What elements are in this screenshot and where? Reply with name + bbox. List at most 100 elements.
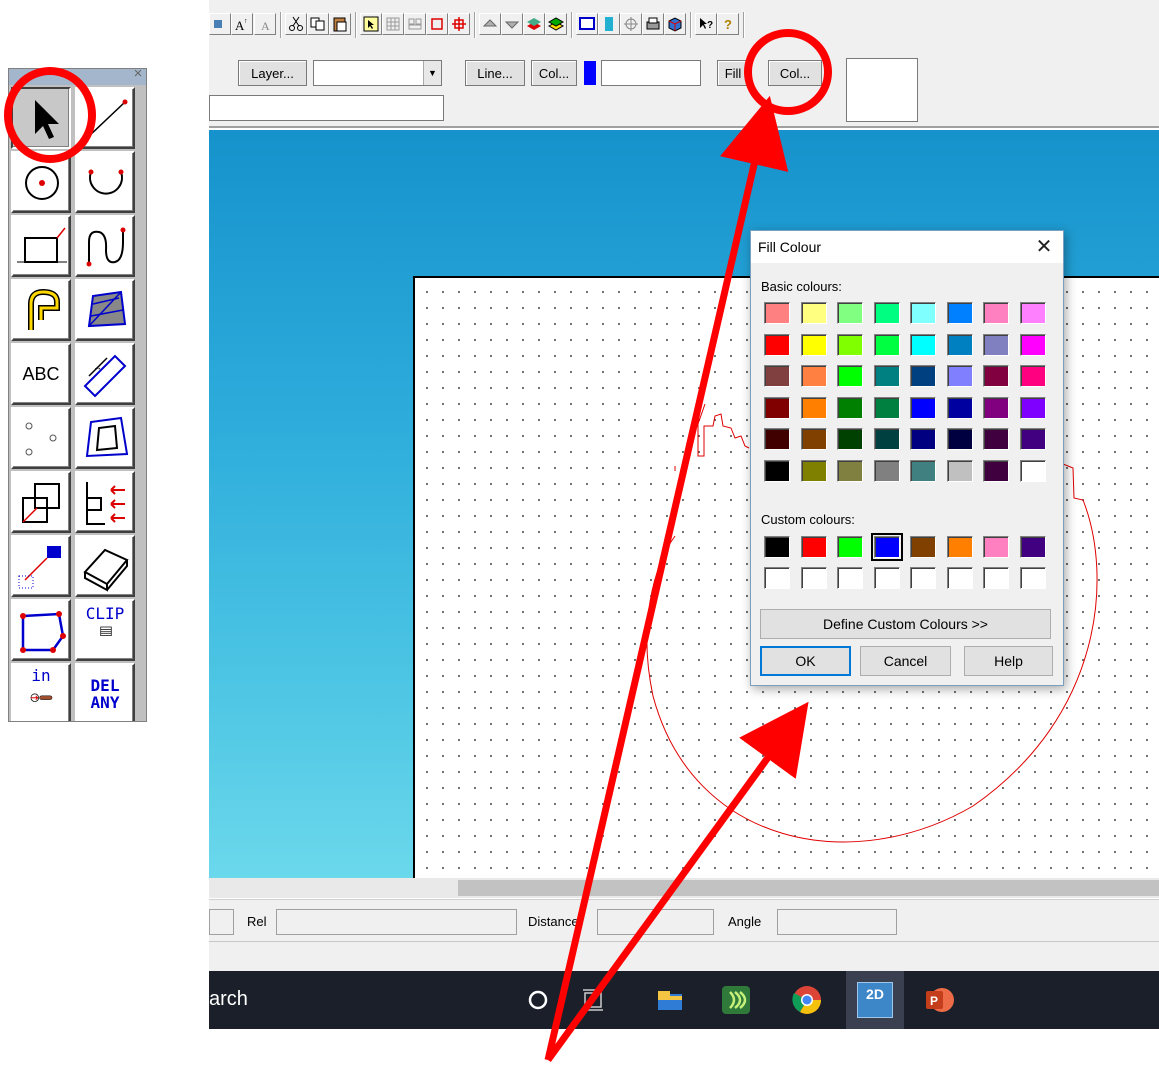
3d-view-button[interactable] [664,13,686,35]
basic-colour-swatch[interactable] [983,333,1009,356]
basic-colour-swatch[interactable] [873,333,900,356]
palette-close-icon[interactable]: × [131,69,145,82]
fill-button[interactable]: Fill [717,60,749,86]
empty-custom-colour-slot[interactable] [764,567,790,589]
basic-colour-swatch[interactable] [764,396,790,419]
line-colour-button[interactable]: Col... [531,60,577,86]
basic-colour-swatch[interactable] [983,396,1009,419]
layer-button[interactable]: Layer... [238,60,307,86]
basic-colour-swatch[interactable] [983,428,1009,450]
colour-bar-button[interactable] [598,13,620,35]
custom-colour-swatch[interactable] [983,536,1009,558]
polygon-tool[interactable] [11,599,71,661]
basic-colour-swatch[interactable] [837,459,863,482]
basic-colour-swatch[interactable] [837,396,863,419]
basic-colour-swatch[interactable] [837,333,863,356]
basic-colour-swatch[interactable] [1019,365,1046,387]
curve-tool[interactable] [75,215,135,277]
taskbar-search[interactable]: arch [209,988,248,1011]
empty-custom-colour-slot[interactable] [800,567,827,589]
layers-button[interactable] [523,13,545,35]
empty-custom-colour-slot[interactable] [873,567,900,589]
chrome-icon[interactable] [789,982,825,1018]
basic-colour-swatch[interactable] [800,396,827,419]
command-input[interactable] [209,95,444,121]
basic-colour-swatch[interactable] [800,302,827,324]
basic-colour-swatch[interactable] [946,396,973,419]
scrollbar-thumb[interactable] [458,880,1159,896]
basic-colour-swatch[interactable] [910,428,936,450]
basic-colour-swatch[interactable] [873,302,900,324]
basic-colour-swatch[interactable] [983,459,1009,482]
basic-colour-swatch[interactable] [837,302,863,324]
custom-colour-swatch[interactable] [910,536,936,558]
basic-colour-swatch[interactable] [873,428,900,450]
basic-colour-swatch[interactable] [800,365,827,387]
basic-colour-swatch[interactable] [1019,396,1046,419]
fill-region-tool[interactable] [75,407,135,469]
basic-colour-swatch[interactable] [764,333,790,356]
help-dialog-button[interactable]: Help [964,646,1053,676]
cancel-button[interactable]: Cancel [860,646,951,676]
basic-colour-swatch[interactable] [1019,428,1046,450]
basic-colour-swatch[interactable] [764,302,790,324]
fill-colour-button[interactable]: Col... [768,60,822,86]
empty-custom-colour-slot[interactable] [837,567,863,589]
cortana-icon[interactable] [520,982,556,1018]
cut-button[interactable] [285,13,307,35]
delete-any-tool[interactable]: DEL ANY [75,663,135,721]
arc-tool[interactable] [75,151,135,213]
basic-colour-swatch[interactable] [910,365,936,387]
layer-select[interactable]: ▼ [313,60,442,86]
text-size-up-button[interactable]: A ↑ [231,13,253,35]
basic-colour-swatch[interactable] [837,365,863,387]
align-tool[interactable] [75,471,135,533]
dimension-tool[interactable]: ↔ [75,343,135,405]
basic-colour-swatch[interactable] [873,396,900,419]
powerpoint-icon[interactable]: P [921,982,957,1018]
custom-colour-swatch[interactable] [946,536,973,558]
line-style-field[interactable] [601,60,701,86]
basic-colour-swatch[interactable] [837,428,863,450]
basic-colour-swatch[interactable] [800,459,827,482]
basic-colour-swatch[interactable] [910,302,936,324]
close-icon[interactable]: ✕ [1029,233,1059,261]
basic-colour-swatch[interactable] [946,428,973,450]
circle-tool[interactable] [11,151,71,213]
palette-title-bar[interactable] [9,69,146,85]
layout-button[interactable] [404,13,426,35]
basic-colour-swatch[interactable] [910,459,936,482]
2d-design-icon[interactable]: 2D [857,982,893,1018]
basic-colour-swatch[interactable] [983,302,1009,324]
text-tool[interactable]: ABC [11,343,71,405]
green-app-icon[interactable] [718,982,754,1018]
help-button[interactable]: ? [717,13,739,35]
layer-down-button[interactable] [501,13,523,35]
file-explorer-icon[interactable] [652,982,688,1018]
basic-colour-swatch[interactable] [910,333,936,356]
basic-colour-swatch[interactable] [1019,333,1046,356]
custom-colour-swatch[interactable] [764,536,790,558]
layer-up-button[interactable] [479,13,501,35]
copy-button[interactable] [307,13,329,35]
basic-colour-swatch[interactable] [1019,302,1046,324]
custom-colour-swatch[interactable] [870,533,903,561]
custom-colour-swatch[interactable] [837,536,863,558]
select-arrow-tool[interactable] [11,87,71,149]
clip-tool[interactable]: CLIP [75,599,135,661]
basic-colour-swatch[interactable] [946,365,973,387]
empty-custom-colour-slot[interactable] [946,567,973,589]
line-style-button[interactable]: Line... [465,60,525,86]
text-size-down-button[interactable]: A [254,13,276,35]
select-window-button[interactable] [360,13,382,35]
basic-colour-swatch[interactable] [946,333,973,356]
chevron-down-icon[interactable]: ▼ [423,61,441,85]
paste-button[interactable] [329,13,351,35]
basic-colour-swatch[interactable] [764,365,790,387]
context-help-button[interactable]: ? [695,13,717,35]
basic-colour-swatch[interactable] [983,365,1009,387]
group-tool[interactable] [11,471,71,533]
extrude-tool[interactable] [75,535,135,597]
partial-toolbar-button[interactable] [209,13,231,35]
basic-colour-swatch[interactable] [764,459,790,482]
